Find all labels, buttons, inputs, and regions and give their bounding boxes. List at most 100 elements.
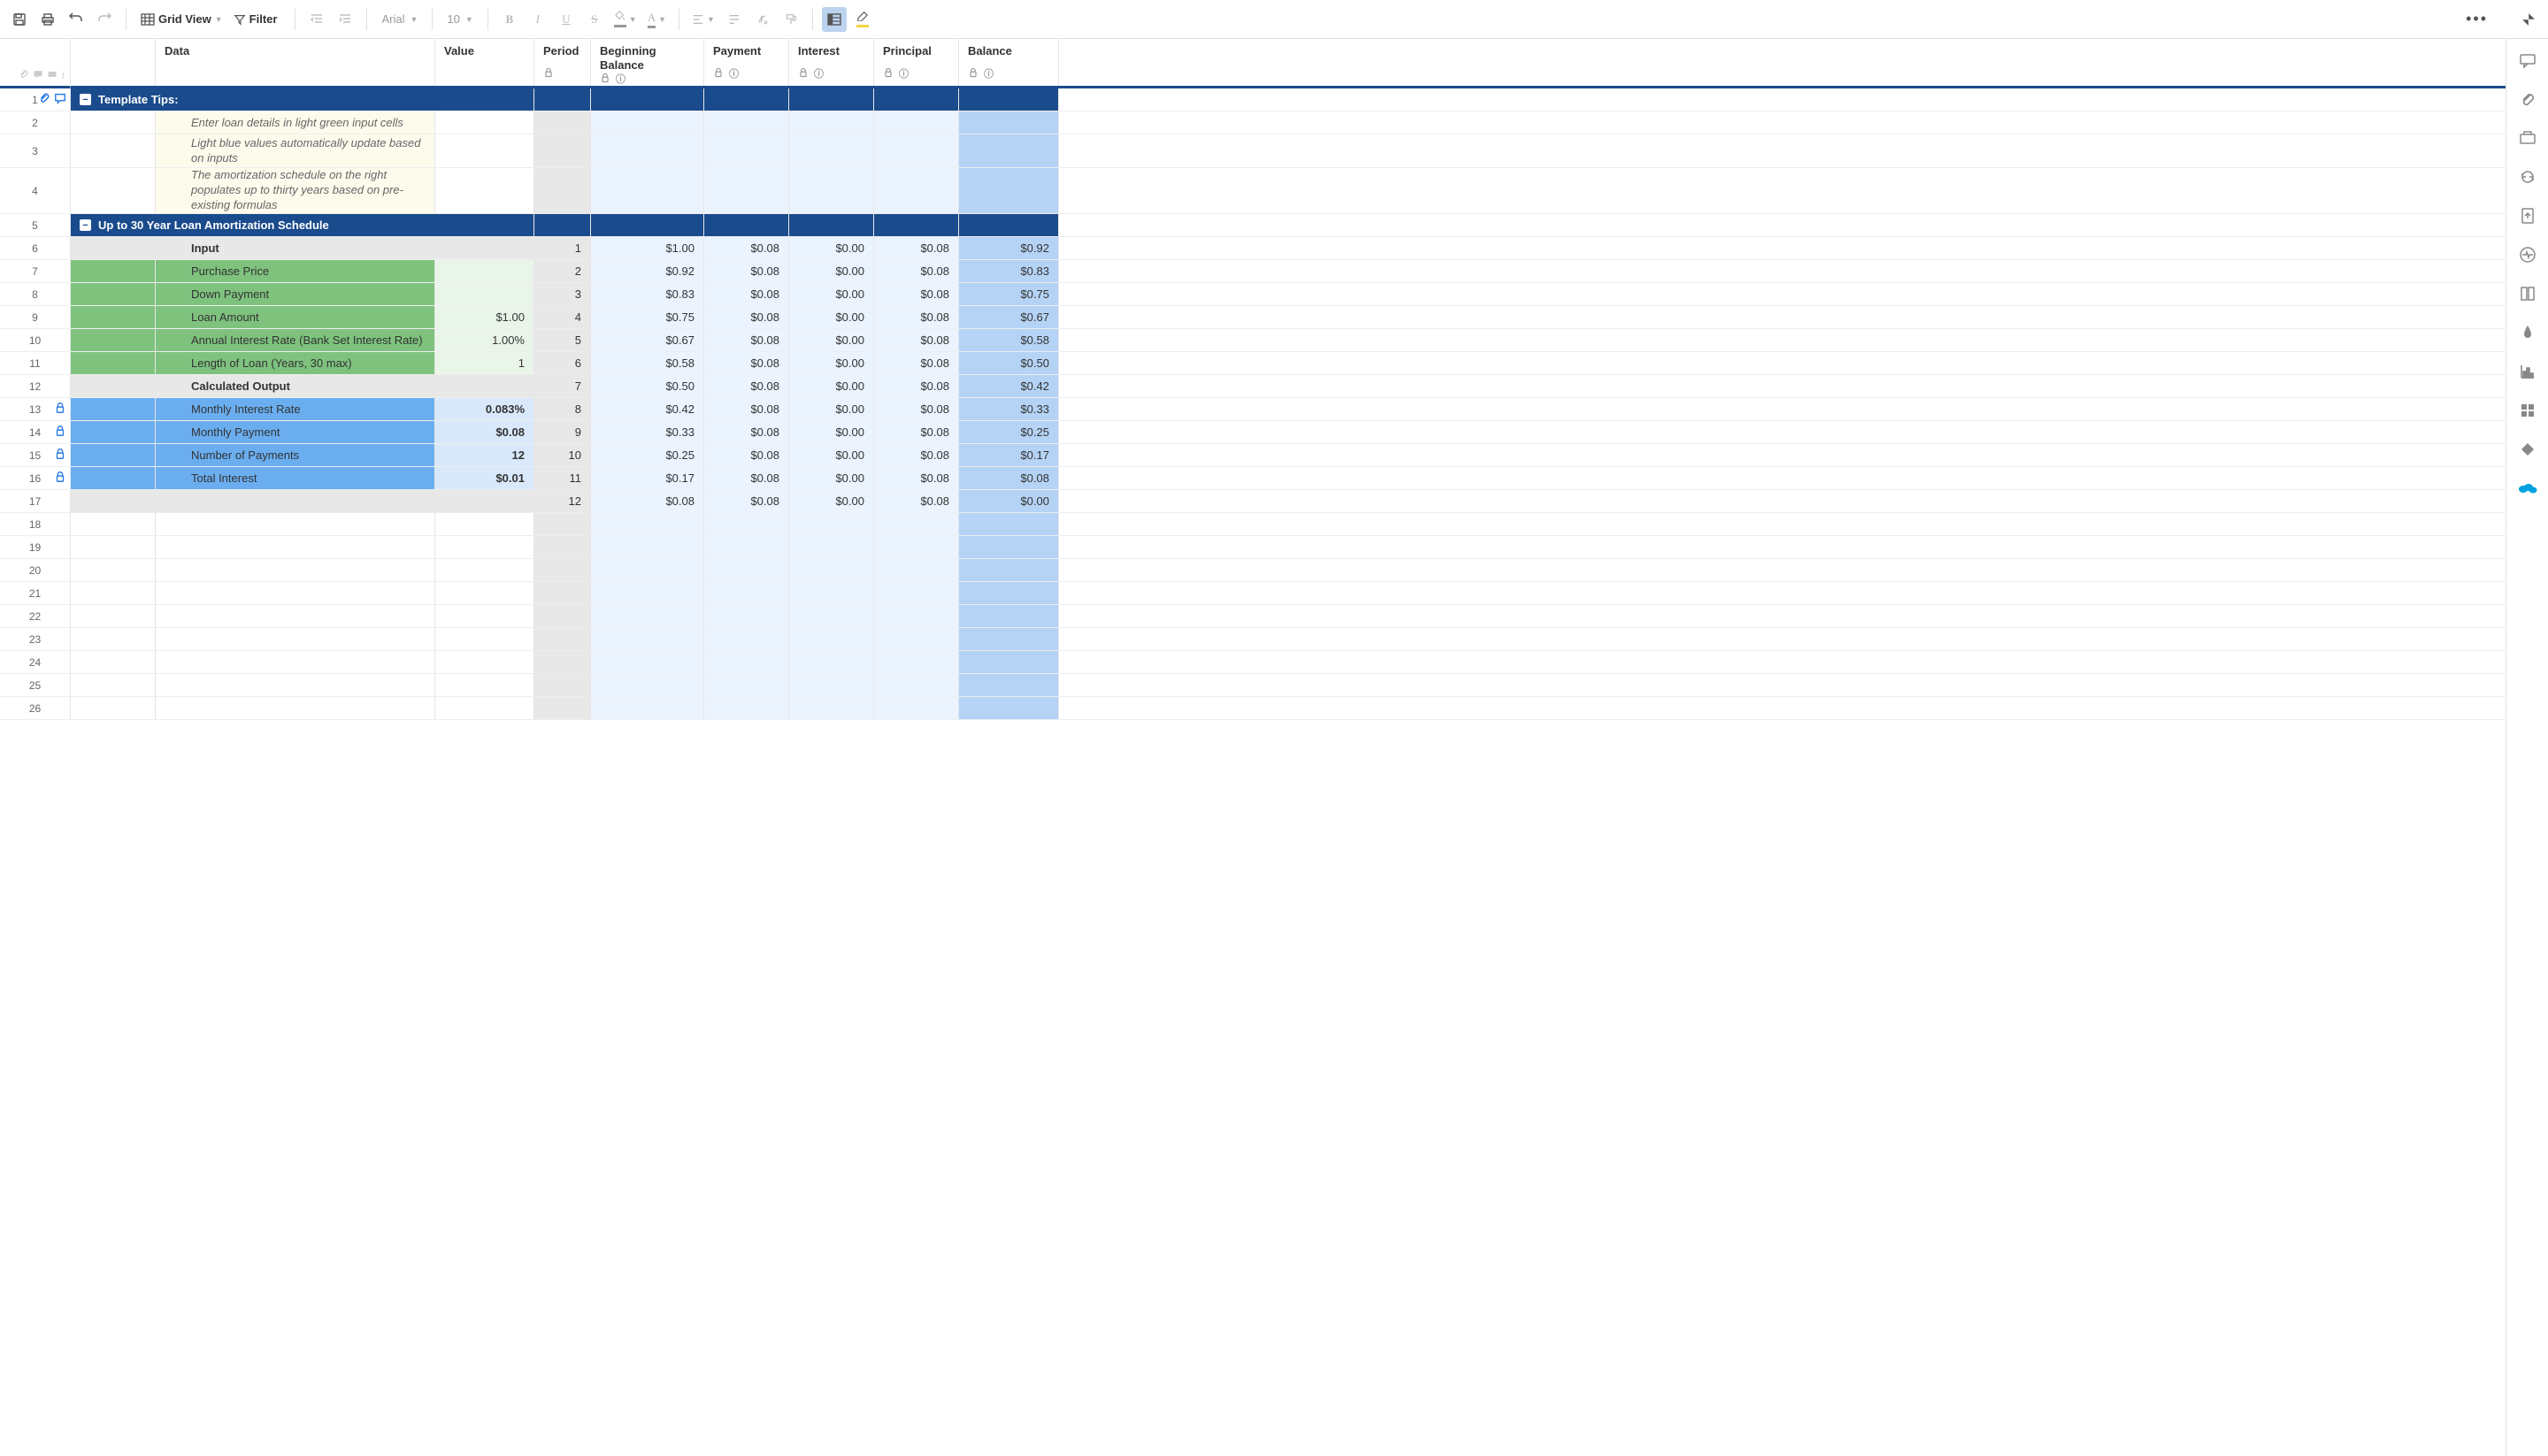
input-cell[interactable]	[435, 260, 534, 283]
cell[interactable]: $0.75	[959, 283, 1059, 306]
cell[interactable]	[591, 513, 704, 536]
italic-button[interactable]: I	[526, 7, 550, 32]
cell[interactable]	[534, 111, 591, 134]
cell[interactable]	[71, 467, 156, 490]
cell[interactable]	[534, 605, 591, 628]
cell[interactable]: $1.00	[591, 237, 704, 260]
cell[interactable]	[874, 582, 959, 605]
proofs-icon[interactable]	[2517, 127, 2538, 149]
cell[interactable]: $0.08	[704, 306, 789, 329]
cell[interactable]: $0.00	[789, 352, 874, 375]
cell[interactable]	[435, 490, 534, 513]
cell[interactable]	[874, 651, 959, 674]
cell[interactable]	[789, 134, 874, 168]
brand-icon[interactable]	[2517, 322, 2538, 343]
row-number[interactable]: 4	[0, 168, 71, 214]
cell[interactable]: Number of Payments	[156, 444, 435, 467]
cell[interactable]: $0.00	[789, 306, 874, 329]
cell[interactable]	[534, 214, 591, 237]
table-row[interactable]: Down Payment 3 $0.83 $0.08 $0.00 $0.08 $…	[71, 283, 2506, 306]
cell[interactable]: $0.08	[874, 467, 959, 490]
cell[interactable]	[591, 134, 704, 168]
cell[interactable]	[789, 513, 874, 536]
cell[interactable]	[435, 559, 534, 582]
grid-view-button[interactable]: Grid View ▼	[135, 7, 225, 32]
cell[interactable]: 8	[534, 398, 591, 421]
col-value[interactable]: Value	[435, 39, 534, 86]
cell[interactable]: $0.00	[959, 490, 1059, 513]
cell[interactable]: 2	[534, 260, 591, 283]
diamond-icon[interactable]	[2517, 439, 2538, 460]
cell-tip[interactable]: The amortization schedule on the right p…	[156, 168, 435, 214]
table-row[interactable]: Total Interest $0.01 11 $0.17 $0.08 $0.0…	[71, 467, 2506, 490]
cell[interactable]	[435, 697, 534, 720]
cell-format-button[interactable]	[822, 7, 847, 32]
collapse-toggle[interactable]: −	[80, 94, 91, 105]
cell[interactable]: $0.08	[874, 283, 959, 306]
font-select[interactable]: Arial ▼	[376, 12, 423, 26]
cell[interactable]	[534, 168, 591, 214]
strikethrough-button[interactable]: S	[582, 7, 607, 32]
cell[interactable]	[71, 283, 156, 306]
cell[interactable]	[874, 168, 959, 214]
row-number[interactable]: 26	[0, 697, 71, 720]
cell[interactable]	[71, 168, 156, 214]
cell[interactable]	[959, 559, 1059, 582]
cell[interactable]	[704, 513, 789, 536]
cell[interactable]: Calculated Output	[156, 375, 435, 398]
cell[interactable]	[71, 674, 156, 697]
cell[interactable]	[789, 697, 874, 720]
cell[interactable]: 7	[534, 375, 591, 398]
comment-icon[interactable]	[54, 92, 66, 107]
cell[interactable]	[874, 214, 959, 237]
table-row[interactable]	[71, 582, 2506, 605]
cell[interactable]	[435, 651, 534, 674]
cell[interactable]: $0.00	[789, 283, 874, 306]
cell[interactable]: $0.08	[704, 375, 789, 398]
cell[interactable]	[435, 111, 534, 134]
table-row[interactable]	[71, 651, 2506, 674]
cell[interactable]	[156, 536, 435, 559]
row-number[interactable]: 11	[0, 352, 71, 375]
cell[interactable]	[156, 605, 435, 628]
cell[interactable]	[704, 674, 789, 697]
cell[interactable]	[591, 651, 704, 674]
row-number[interactable]: 3	[0, 134, 71, 168]
cell[interactable]	[435, 375, 534, 398]
cell[interactable]: 0.083%	[435, 398, 534, 421]
cell[interactable]	[435, 582, 534, 605]
cell[interactable]	[534, 628, 591, 651]
outdent-button[interactable]	[304, 7, 329, 32]
cell[interactable]	[534, 674, 591, 697]
table-row[interactable]	[71, 697, 2506, 720]
cell[interactable]: $0.00	[789, 237, 874, 260]
cell[interactable]: 4	[534, 306, 591, 329]
table-row[interactable]: Enter loan details in light green input …	[71, 111, 2506, 134]
table-row[interactable]: − Up to 30 Year Loan Amortization Schedu…	[71, 214, 2506, 237]
cell[interactable]	[704, 88, 789, 111]
cell[interactable]	[591, 582, 704, 605]
salesforce-icon[interactable]	[2517, 478, 2538, 499]
table-row[interactable]	[71, 674, 2506, 697]
cell[interactable]	[704, 214, 789, 237]
cell[interactable]: 12	[435, 444, 534, 467]
col-balance[interactable]: Balance ⓘ	[959, 39, 1059, 86]
cell[interactable]	[435, 168, 534, 214]
cell[interactable]: $0.08	[874, 237, 959, 260]
table-row[interactable]: Monthly Interest Rate 0.083% 8 $0.42 $0.…	[71, 398, 2506, 421]
cell[interactable]	[156, 490, 435, 513]
cell[interactable]	[71, 628, 156, 651]
input-cell[interactable]: 1.00%	[435, 329, 534, 352]
cell[interactable]	[704, 536, 789, 559]
cell[interactable]	[156, 582, 435, 605]
cell[interactable]	[591, 605, 704, 628]
refresh-icon[interactable]	[2517, 166, 2538, 188]
table-row[interactable]: Monthly Payment $0.08 9 $0.33 $0.08 $0.0…	[71, 421, 2506, 444]
cell[interactable]	[591, 559, 704, 582]
cell[interactable]	[874, 134, 959, 168]
cell[interactable]: $0.42	[959, 375, 1059, 398]
cell-tip[interactable]: Enter loan details in light green input …	[156, 111, 435, 134]
cell[interactable]	[789, 88, 874, 111]
cell[interactable]	[704, 651, 789, 674]
cell[interactable]	[591, 697, 704, 720]
